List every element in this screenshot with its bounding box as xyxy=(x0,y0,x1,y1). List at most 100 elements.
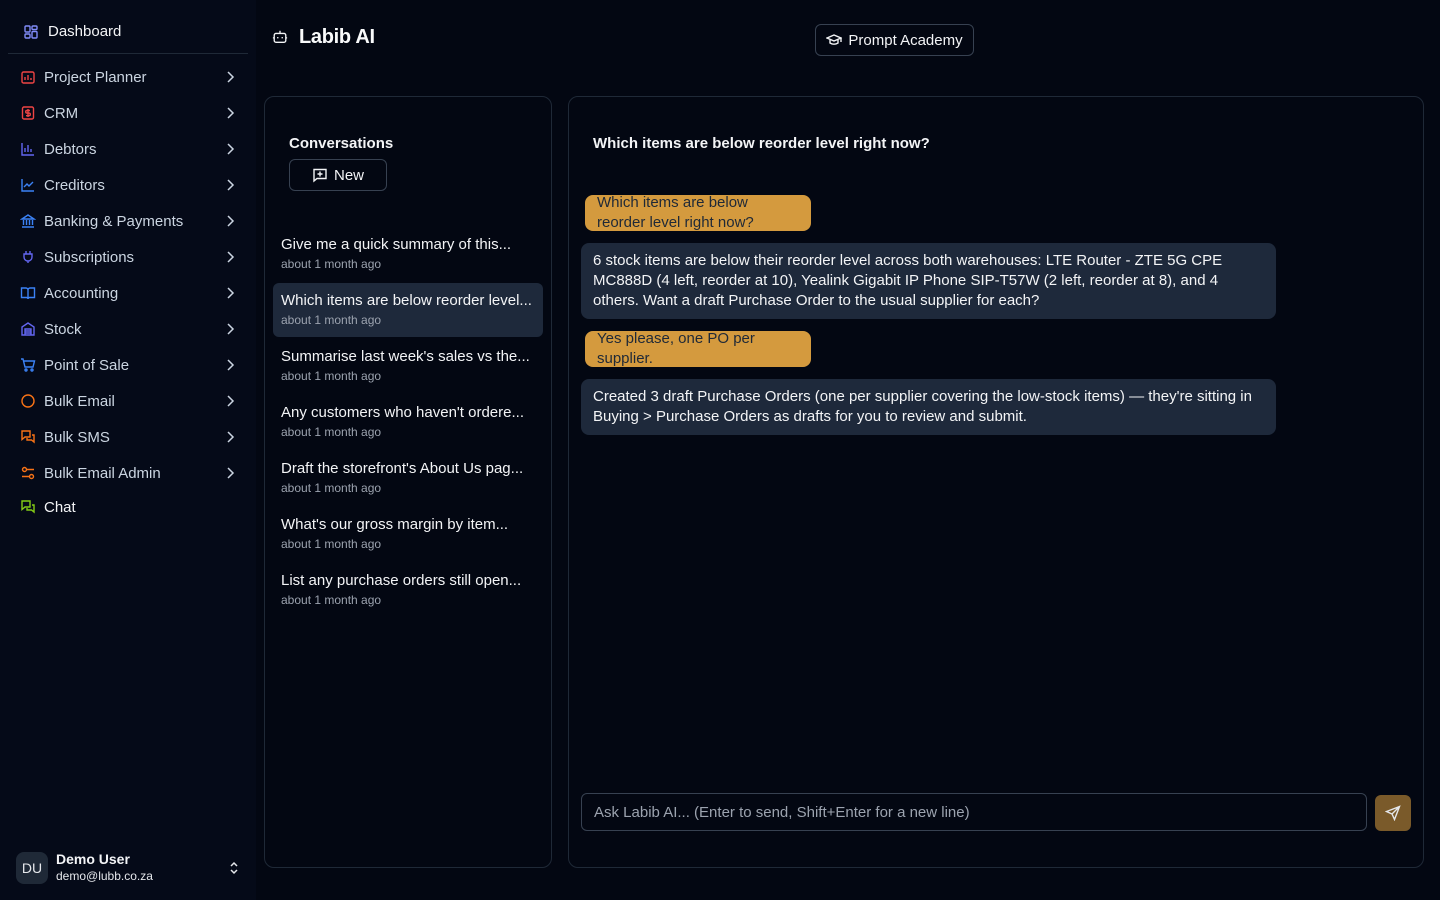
user-menu[interactable]: DU Demo User demo@lubb.co.za xyxy=(16,850,242,886)
chevron-right-icon xyxy=(222,465,238,481)
sidebar-item-bulk-email[interactable]: Bulk Email xyxy=(8,383,248,419)
bank-icon xyxy=(20,213,36,229)
chevron-right-icon xyxy=(222,105,238,121)
chat-bubbles-icon xyxy=(20,429,36,445)
conversation-item-active[interactable]: Which items are below reorder level... a… xyxy=(273,283,543,337)
chevron-right-icon xyxy=(222,321,238,337)
sidebar-item-label: Stock xyxy=(44,320,82,338)
new-conversation-button[interactable]: New xyxy=(289,159,387,191)
chevron-right-icon xyxy=(222,69,238,85)
assistant-message: 6 stock items are below their reorder le… xyxy=(581,243,1276,319)
page-title: Labib AI xyxy=(272,26,375,49)
bot-icon xyxy=(272,29,290,47)
conversation-time: about 1 month ago xyxy=(281,257,382,271)
sidebar-item-label: Creditors xyxy=(44,176,105,194)
user-message: Yes please, one PO per supplier. xyxy=(585,330,811,367)
conversation-title: Which items are below reorder level... xyxy=(281,292,532,309)
sliders-icon xyxy=(20,465,36,481)
user-message: Which items are below reorder level righ… xyxy=(585,194,811,231)
warehouse-icon xyxy=(20,321,36,337)
send-button[interactable] xyxy=(1375,795,1411,831)
conversation-time: about 1 month ago xyxy=(281,425,382,439)
chevrons-up-down-icon xyxy=(226,860,242,876)
sidebar-item-label: Project Planner xyxy=(44,68,147,86)
conversations-title: Conversations xyxy=(289,135,394,152)
chevron-right-icon xyxy=(222,393,238,409)
send-icon xyxy=(1385,805,1401,821)
chevron-right-icon xyxy=(222,141,238,157)
conversation-time: about 1 month ago xyxy=(281,537,382,551)
dollar-card-icon xyxy=(20,105,36,121)
conversation-title: Summarise last week's sales vs the... xyxy=(281,348,530,365)
plug-icon xyxy=(20,249,36,265)
conversation-item[interactable]: Draft the storefront's About Us pag... a… xyxy=(273,451,543,505)
circle-icon xyxy=(20,393,36,409)
sidebar-nav: Project Planner CRM Debtors Creditors Ba xyxy=(8,59,248,523)
message-plus-icon xyxy=(312,167,328,183)
sidebar-item-label: Chat xyxy=(44,498,76,516)
chat-panel: Which items are below reorder level righ… xyxy=(568,96,1424,868)
chat-icon xyxy=(20,499,36,515)
dashboard-icon xyxy=(23,24,39,40)
assistant-message: Created 3 draft Purchase Orders (one per… xyxy=(581,379,1276,435)
chevron-right-icon xyxy=(222,429,238,445)
avatar: DU xyxy=(16,852,48,884)
prompt-academy-label: Prompt Academy xyxy=(848,31,963,49)
chevron-right-icon xyxy=(222,249,238,265)
conversation-title: Any customers who haven't ordere... xyxy=(281,404,524,421)
conversation-item[interactable]: List any purchase orders still open... a… xyxy=(273,563,543,617)
chat-title: Which items are below reorder level righ… xyxy=(593,135,930,152)
conversation-item[interactable]: Give me a quick summary of this... about… xyxy=(273,227,543,281)
calendar-chart-icon xyxy=(20,69,36,85)
sidebar-item-subscriptions[interactable]: Subscriptions xyxy=(8,239,248,275)
sidebar: Dashboard Project Planner CRM Debtors Cr… xyxy=(0,0,256,900)
prompt-academy-button[interactable]: Prompt Academy xyxy=(815,24,974,56)
sidebar-item-project-planner[interactable]: Project Planner xyxy=(8,59,248,95)
sidebar-item-banking-payments[interactable]: Banking & Payments xyxy=(8,203,248,239)
conversation-title: What's our gross margin by item... xyxy=(281,516,509,533)
chevron-right-icon xyxy=(222,177,238,193)
conversation-title: Draft the storefront's About Us pag... xyxy=(281,460,524,477)
sidebar-item-bulk-sms[interactable]: Bulk SMS xyxy=(8,419,248,455)
sidebar-item-accounting[interactable]: Accounting xyxy=(8,275,248,311)
sidebar-item-label: Point of Sale xyxy=(44,356,130,374)
conversation-title: Give me a quick summary of this... xyxy=(281,236,512,253)
user-name: Demo User xyxy=(56,851,130,867)
conversation-title: List any purchase orders still open... xyxy=(281,572,522,589)
sidebar-item-crm[interactable]: CRM xyxy=(8,95,248,131)
trend-chart-icon xyxy=(20,177,36,193)
conversation-time: about 1 month ago xyxy=(281,593,382,607)
graduation-cap-icon xyxy=(826,32,843,48)
cart-icon xyxy=(20,357,36,373)
app-title: Labib AI xyxy=(299,26,375,48)
sidebar-item-label: Accounting xyxy=(44,284,119,302)
conversation-time: about 1 month ago xyxy=(281,313,382,327)
conversation-item[interactable]: Summarise last week's sales vs the... ab… xyxy=(273,339,543,393)
app: Dashboard Project Planner CRM Debtors Cr… xyxy=(0,0,1440,900)
conversation-item[interactable]: What's our gross margin by item... about… xyxy=(273,507,543,561)
sidebar-item-bulk-email-admin[interactable]: Bulk Email Admin xyxy=(8,455,248,491)
conversation-item[interactable]: Any customers who haven't ordere... abou… xyxy=(273,395,543,449)
conversation-time: about 1 month ago xyxy=(281,369,382,383)
conversation-list: Give me a quick summary of this... about… xyxy=(273,227,543,619)
chevron-right-icon xyxy=(222,213,238,229)
sidebar-item-dashboard[interactable]: Dashboard xyxy=(8,10,248,54)
sidebar-item-chat[interactable]: Chat xyxy=(8,491,248,523)
sidebar-item-point-of-sale[interactable]: Point of Sale xyxy=(8,347,248,383)
bar-chart-icon xyxy=(20,141,36,157)
sidebar-item-debtors[interactable]: Debtors xyxy=(8,131,248,167)
sidebar-item-creditors[interactable]: Creditors xyxy=(8,167,248,203)
chevron-right-icon xyxy=(222,285,238,301)
sidebar-item-label: Bulk Email Admin xyxy=(44,464,161,482)
user-info: Demo User demo@lubb.co.za xyxy=(56,851,218,885)
sidebar-item-stock[interactable]: Stock xyxy=(8,311,248,347)
sidebar-item-label: Subscriptions xyxy=(44,248,135,266)
new-label: New xyxy=(333,166,364,184)
conversations-panel: Conversations New Give me a quick summar… xyxy=(264,96,552,868)
sidebar-item-label: Dashboard xyxy=(48,23,122,40)
chat-input[interactable] xyxy=(581,793,1367,831)
user-email: demo@lubb.co.za xyxy=(56,869,153,883)
sidebar-item-label: Banking & Payments xyxy=(44,212,184,230)
sidebar-item-label: CRM xyxy=(44,104,79,122)
chevron-right-icon xyxy=(222,357,238,373)
